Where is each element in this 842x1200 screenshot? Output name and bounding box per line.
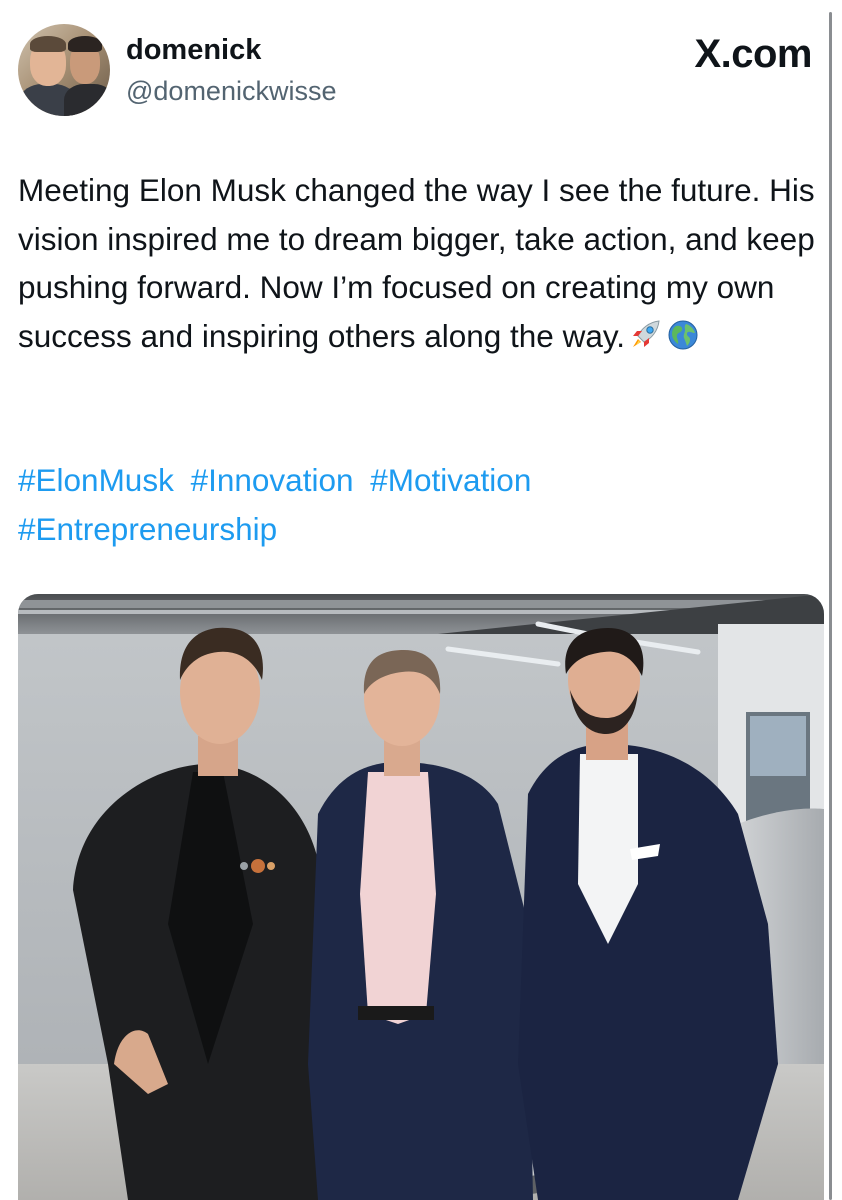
author-display-name[interactable]: domenick bbox=[126, 34, 261, 67]
rocket-icon bbox=[629, 316, 663, 365]
hashtag-motivation[interactable]: #Motivation bbox=[370, 462, 531, 498]
avatar[interactable] bbox=[18, 24, 110, 116]
hashtag-list: #ElonMusk #Innovation #Motivation #Entre… bbox=[18, 456, 818, 553]
site-label: X.com bbox=[694, 32, 812, 76]
globe-icon bbox=[667, 316, 699, 365]
author-handle[interactable]: @domenickwisse bbox=[126, 76, 336, 107]
hashtag-innovation[interactable]: #Innovation bbox=[191, 462, 354, 498]
post-photo[interactable] bbox=[18, 594, 824, 1200]
post-text: Meeting Elon Musk changed the way I see … bbox=[18, 166, 818, 364]
post-header: domenick @domenickwisse X.com bbox=[18, 24, 812, 124]
hashtag-elonmusk[interactable]: #ElonMusk bbox=[18, 462, 174, 498]
hashtag-entrepreneurship[interactable]: #Entrepreneurship bbox=[18, 511, 277, 547]
photo-illustration bbox=[18, 594, 824, 1200]
scrollbar-thumb[interactable] bbox=[829, 12, 832, 1200]
